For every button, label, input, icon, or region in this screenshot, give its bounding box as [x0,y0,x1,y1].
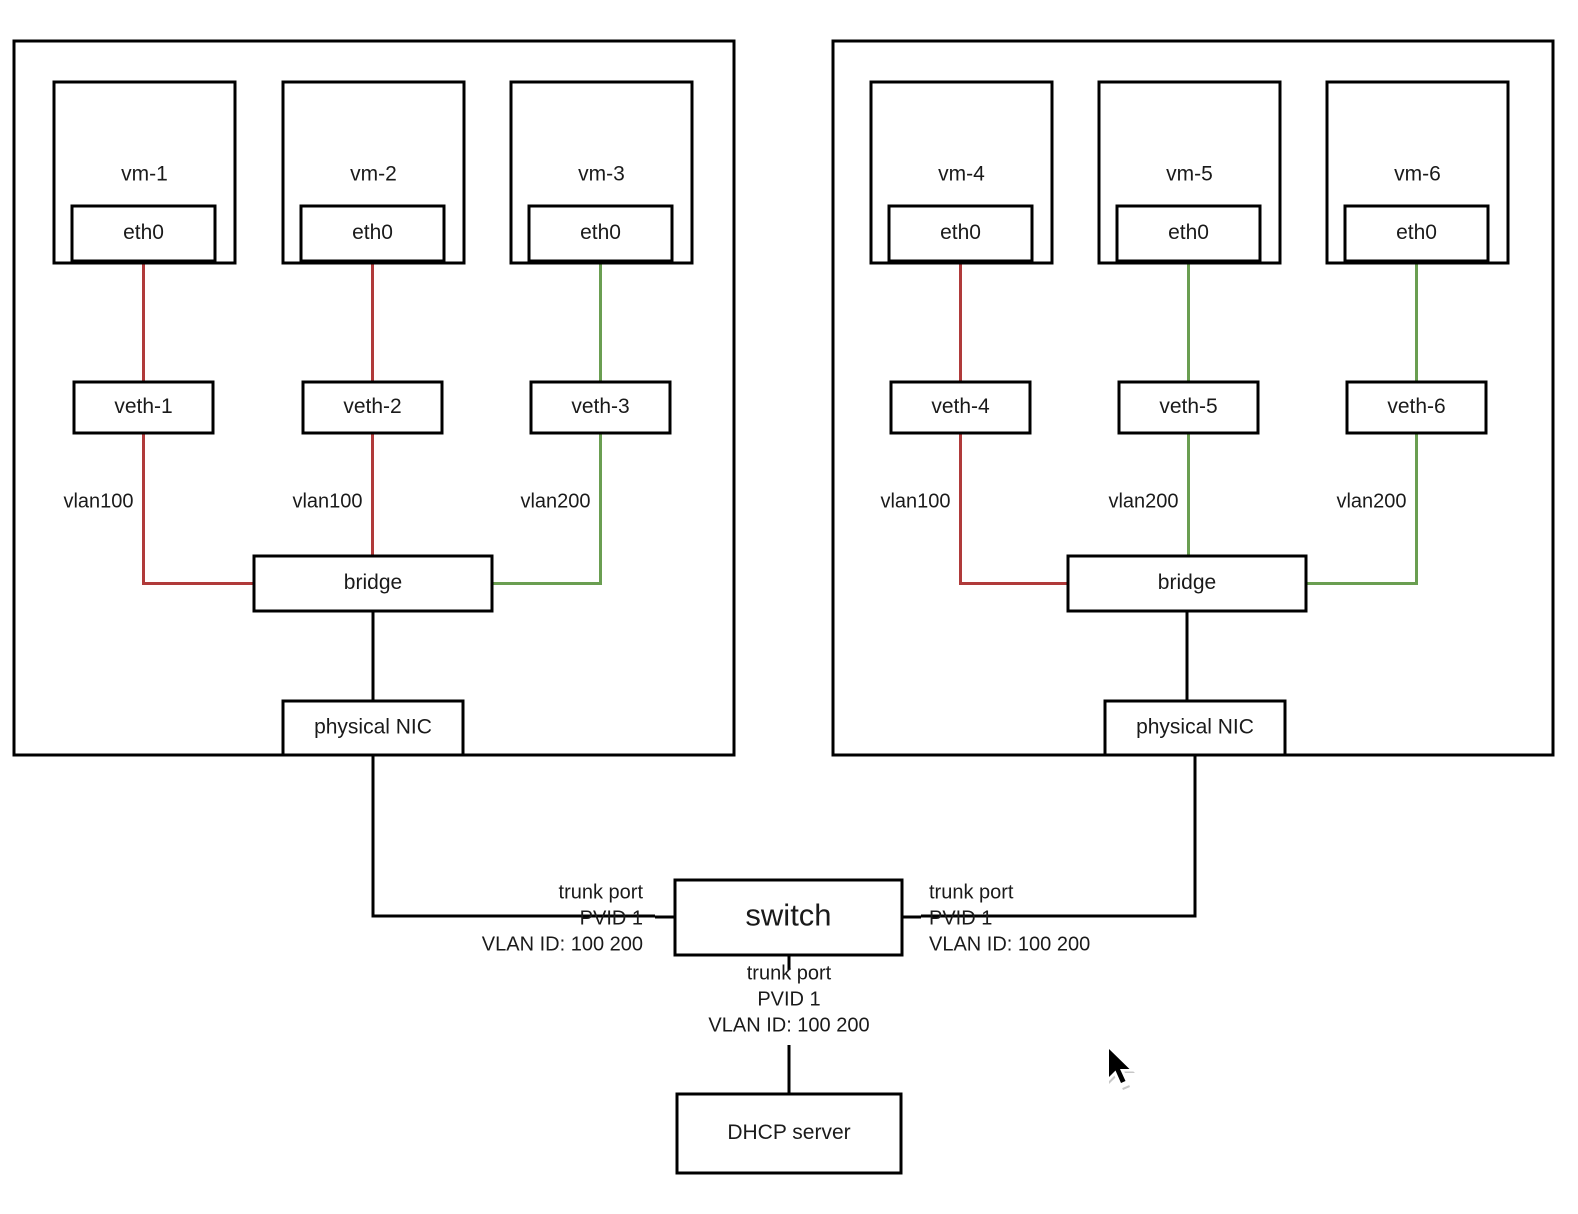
vm-label-vm-4: vm-4 [938,163,985,186]
veth-label-veth-3: veth-3 [571,395,629,418]
vlan-label-veth-6: vlan200 [1336,490,1406,512]
veth-label-veth-5: veth-5 [1159,395,1217,418]
labels-layer: vm-1 eth0 vm-2 eth0 vm-3 eth0 veth-1 vlan100 vet… [63,163,1445,1145]
eth0-label-vm-1: eth0 [123,221,164,244]
switch-port-left-line-3: VLAN ID: 100 200 [482,933,643,955]
veth-label-veth-4: veth-4 [931,395,990,418]
switch-port-left-line-2: PVID 1 [580,907,643,929]
vm-label-vm-5: vm-5 [1166,163,1213,186]
link-veth-4-to-bridge [959,433,1068,585]
veth-label-veth-6: veth-6 [1387,395,1445,418]
physical-nic-label-2: physical NIC [1136,716,1254,739]
eth0-label-vm-2: eth0 [352,221,393,244]
switch-port-left-line-1: trunk port [559,881,644,903]
eth0-label-vm-6: eth0 [1396,221,1437,244]
link-veth-1-to-bridge [142,433,254,585]
switch-label: switch [745,898,831,933]
bridge-label-2: bridge [1158,571,1216,594]
vlan-label-veth-5: vlan200 [1108,490,1178,512]
switch-port-bottom-line-1: trunk port [747,962,832,984]
switch-port-bottom-line-3: VLAN ID: 100 200 [708,1014,869,1036]
eth0-label-vm-4: eth0 [940,221,981,244]
switch-port-right-line-2: PVID 1 [929,907,992,929]
veth-label-veth-2: veth-2 [343,395,401,418]
network-diagram: vm-1 eth0 vm-2 eth0 vm-3 eth0 veth-1 vlan100 vet… [0,0,1578,1214]
switch-port-right-line-3: VLAN ID: 100 200 [929,933,1090,955]
bridge-label-1: bridge [344,571,402,594]
physical-nic-label-1: physical NIC [314,716,432,739]
vm-label-vm-3: vm-3 [578,163,625,186]
eth0-label-vm-5: eth0 [1168,221,1209,244]
switch-port-bottom-line-2: PVID 1 [757,988,820,1010]
vlan-label-veth-4: vlan100 [880,490,950,512]
veth-label-veth-1: veth-1 [114,395,172,418]
vm-label-vm-2: vm-2 [350,163,397,186]
switch-port-right-line-1: trunk port [929,881,1014,903]
vlan-label-veth-3: vlan200 [520,490,590,512]
eth0-label-vm-3: eth0 [580,221,621,244]
vlan-label-veth-1: vlan100 [63,490,133,512]
vlan-label-veth-2: vlan100 [292,490,362,512]
diagram-canvas: vm-1 eth0 vm-2 eth0 vm-3 eth0 veth-1 vlan100 vet… [12,39,1555,1175]
vm-label-vm-6: vm-6 [1394,163,1441,186]
vm-label-vm-1: vm-1 [121,163,168,186]
dhcp-server-label: DHCP server [727,1121,850,1144]
